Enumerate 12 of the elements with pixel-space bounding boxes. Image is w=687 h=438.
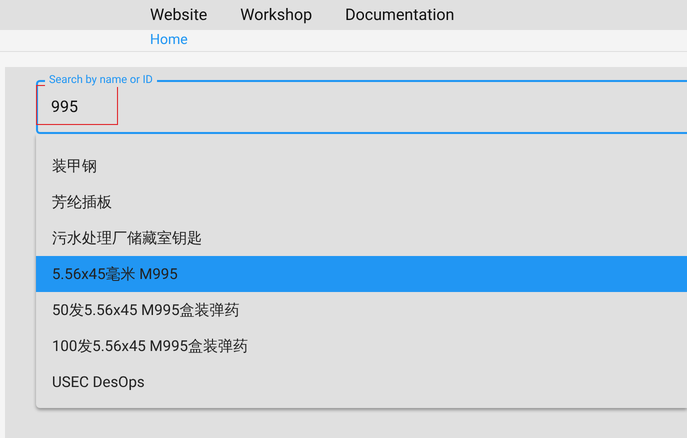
result-item[interactable]: 芳纶插板 [36,184,687,220]
nav-link[interactable]: Website [150,3,208,27]
nav-link[interactable]: Workshop [240,3,312,27]
result-item[interactable]: 5.56x45毫米 M995 [36,256,687,292]
result-item[interactable]: 污水处理厂储藏室钥匙 [36,220,687,256]
result-item[interactable]: USEC DesOps [36,364,687,400]
result-item[interactable]: 装甲钢 [36,148,687,184]
search-field-label: Search by name or ID [45,73,157,87]
search-input[interactable]: 995 [51,95,111,119]
result-item[interactable]: 50发5.56x45 M995盒装弹药 [36,292,687,328]
nav-link[interactable]: Documentation [345,3,454,27]
result-item[interactable]: 100发5.56x45 M995盒装弹药 [36,328,687,364]
